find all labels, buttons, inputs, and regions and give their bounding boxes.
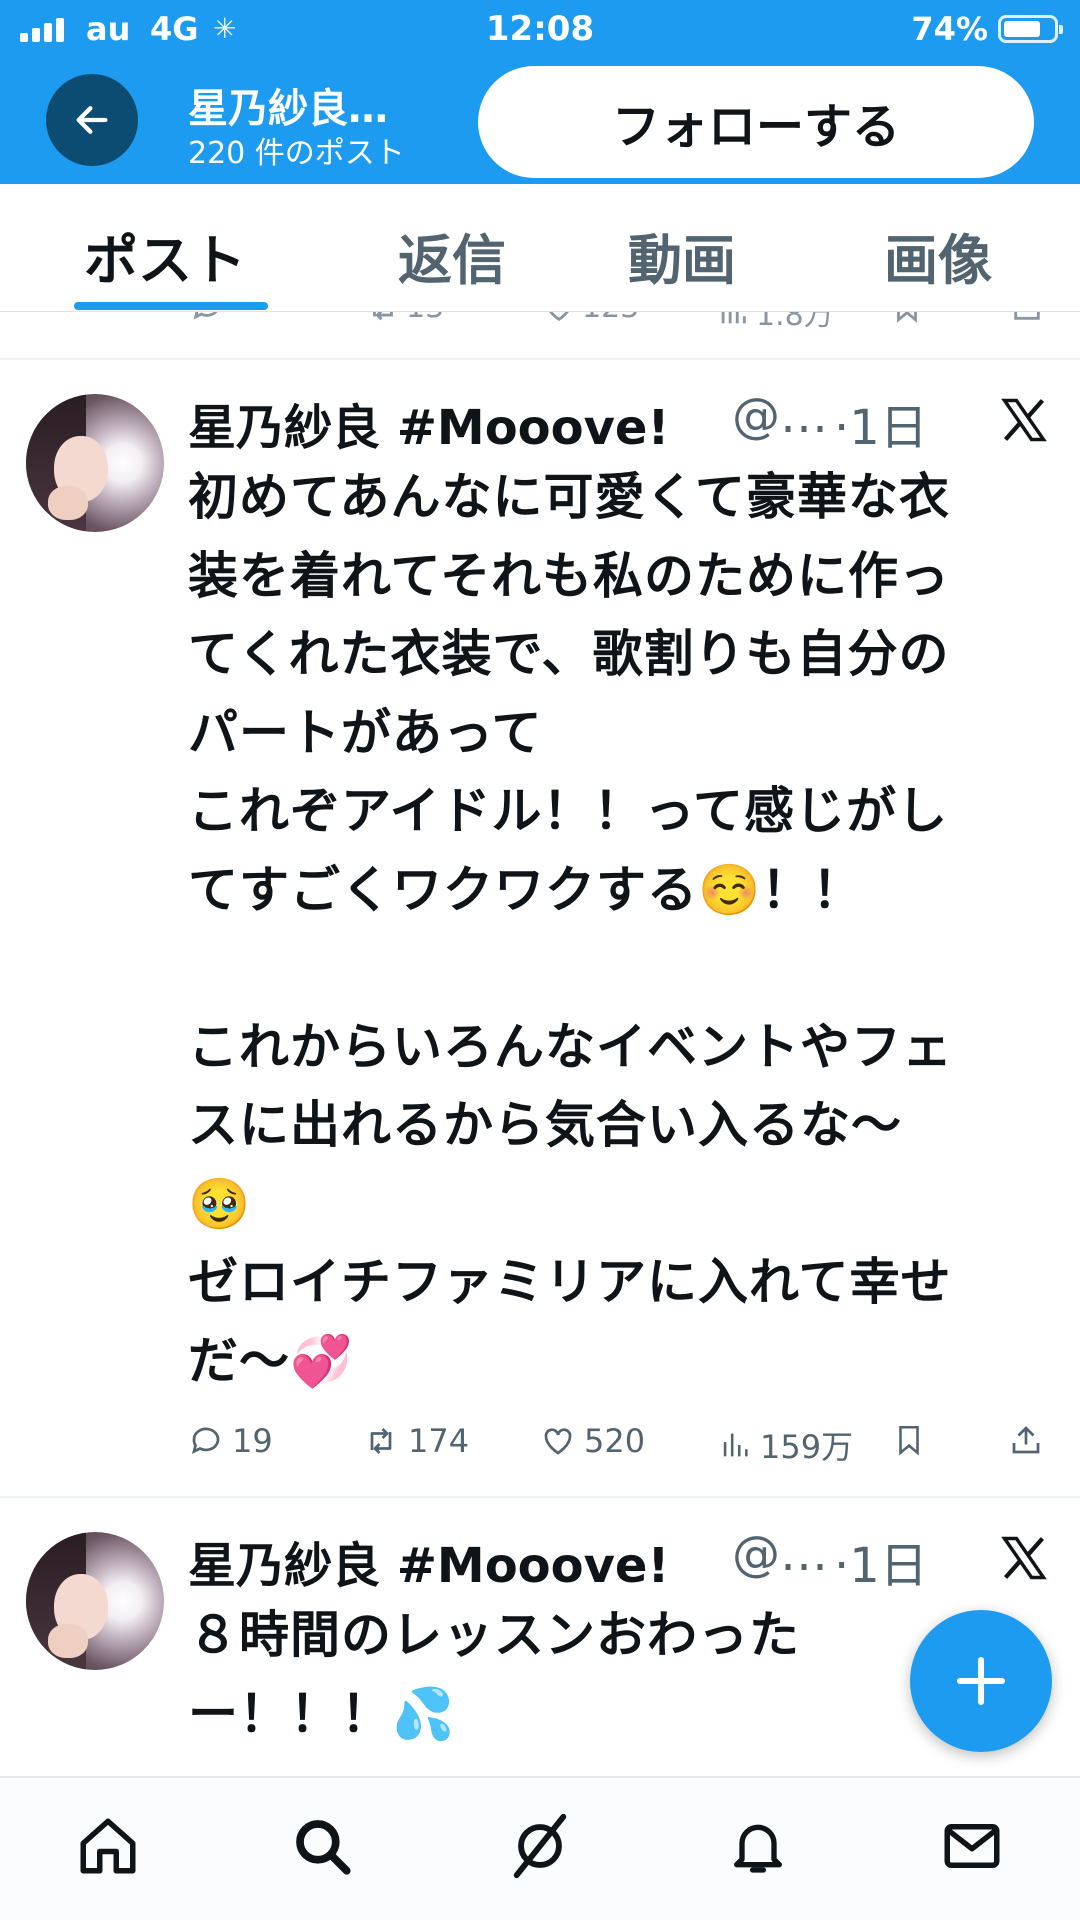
bookmark-icon [899,1425,919,1456]
previous-post-actions: 13 123 1.8万 [0,312,1080,358]
tab-images[interactable]: 画像 [884,216,992,295]
x-logo-icon [1001,1536,1047,1580]
post-author[interactable]: 星乃紗良 #Mooove! [188,388,669,458]
retweet-count: 174 [408,1422,470,1460]
post-actions: 19 174 520 159万 [188,1422,1058,1470]
divider [0,1496,1080,1498]
avatar[interactable] [26,1532,164,1670]
heart-icon [544,1428,572,1455]
reply-button[interactable]: 19 [188,1422,273,1460]
retweet-count[interactable]: 13 [366,312,444,325]
retweet-count-label: 13 [406,312,444,325]
tab-videos[interactable]: 動画 [628,216,736,295]
mail-icon [944,1824,1000,1868]
like-count-label: 123 [582,312,639,325]
views-count[interactable]: 1.8万 [716,312,834,334]
views-button[interactable]: 159万 [718,1422,853,1468]
plus-icon [956,1656,1006,1706]
tab-replies[interactable]: 返信 [398,216,506,295]
reply-icon[interactable] [190,312,224,324]
top-header: au 4G ✳ 12:08 74% 星乃紗良… 220 件のポスト フォローする [0,0,1080,184]
reply-count: 19 [232,1422,273,1460]
nav-messages[interactable] [934,1808,1010,1884]
bottom-nav [0,1778,1080,1920]
divider [0,358,1080,360]
grok-icon [513,1813,567,1879]
arrow-left-icon [76,106,108,134]
nav-home[interactable] [70,1808,146,1884]
views-count: 159万 [760,1428,854,1466]
active-tab-indicator [74,302,268,310]
views-count-label: 1.8万 [756,312,834,333]
post-text: 初めてあんなに可愛くて豪華な衣 装を着れてそれも私のために作っ てくれた衣装で、… [188,468,953,1390]
post-author[interactable]: 星乃紗良 #Mooove! [188,1526,669,1596]
battery-percent: 74% [911,10,988,48]
x-logo-icon [1001,398,1047,442]
back-button[interactable] [46,74,138,166]
retweet-button[interactable]: 174 [362,1422,469,1460]
follow-button[interactable]: フォローする [478,66,1034,178]
bar-chart-icon [723,1433,748,1457]
retweet-icon [370,1428,392,1454]
status-bar: au 4G ✳ 12:08 74% [0,0,1080,58]
post-handle[interactable]: @… [732,1526,828,1582]
like-button[interactable]: 520 [540,1422,645,1460]
bookmark-icon[interactable] [890,312,924,324]
battery-icon [998,15,1063,43]
tab-posts[interactable]: ポスト [84,216,246,295]
like-count[interactable]: 123 [542,312,639,325]
post-time: ·1日 [834,400,928,456]
like-count: 520 [584,1422,646,1460]
bell-icon [734,1824,782,1873]
avatar[interactable] [26,394,164,532]
share-button[interactable] [1008,1422,1044,1458]
nav-search[interactable] [284,1808,360,1884]
post-time: ·1日 [834,1538,928,1594]
bookmark-button[interactable] [892,1422,926,1458]
nav-notifications[interactable] [720,1808,796,1884]
share-icon [1012,1426,1040,1454]
post-handle[interactable]: @… [732,388,828,444]
share-icon[interactable] [1010,312,1044,324]
home-icon [80,1818,136,1874]
compose-button[interactable] [910,1610,1052,1752]
reply-icon [191,1427,220,1455]
post-count: 220 件のポスト [188,136,405,171]
search-icon [296,1820,351,1875]
profile-tabs: ポスト 返信 動画 画像 [0,184,1080,312]
profile-name: 星乃紗良… [188,86,388,132]
nav-grok[interactable] [502,1808,578,1884]
